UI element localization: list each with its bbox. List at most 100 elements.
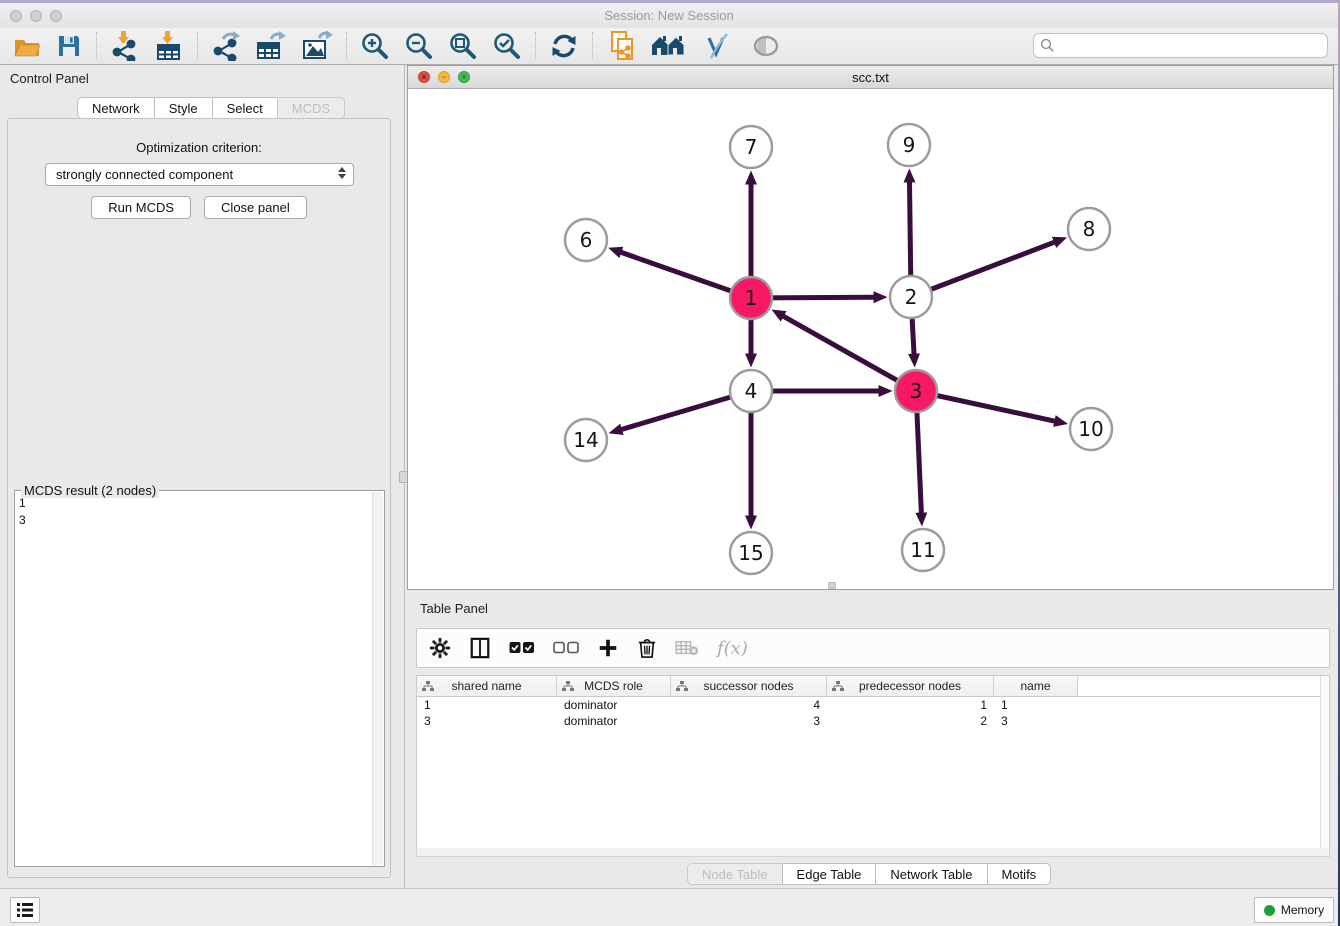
search-icon xyxy=(1040,38,1055,53)
network-window-title: scc.txt xyxy=(408,70,1333,85)
add-row-icon[interactable] xyxy=(597,632,619,664)
table-scrollbar[interactable] xyxy=(1320,676,1329,848)
export-image-icon[interactable] xyxy=(298,30,336,62)
window-titlebar[interactable]: Session: New Session xyxy=(0,3,1338,28)
zoom-in-icon[interactable] xyxy=(357,30,393,62)
criterion-value: strongly connected component xyxy=(56,167,233,182)
tab-network-table[interactable]: Network Table xyxy=(875,863,987,885)
tab-select[interactable]: Select xyxy=(212,97,278,119)
svg-text:8: 8 xyxy=(1083,217,1096,241)
task-history-button[interactable] xyxy=(10,897,40,923)
column-successor-nodes[interactable]: successor nodes xyxy=(671,676,827,696)
toolbar-separator xyxy=(96,32,97,60)
graph-node-6[interactable]: 6 xyxy=(565,219,607,261)
column-label: successor nodes xyxy=(703,679,793,693)
column-mcds-role[interactable]: MCDS role xyxy=(557,676,671,696)
first-neighbors-icon[interactable] xyxy=(649,30,689,62)
graph-node-8[interactable]: 8 xyxy=(1068,208,1110,250)
control-panel-title: Control Panel xyxy=(10,71,89,86)
cell-mcds-role[interactable]: dominator xyxy=(557,714,671,728)
cell-successor-nodes[interactable]: 4 xyxy=(671,698,827,712)
graph-node-10[interactable]: 10 xyxy=(1070,408,1112,450)
mcds-result-group: MCDS result (2 nodes) 1 3 xyxy=(14,490,385,867)
column-shared-name[interactable]: shared name xyxy=(417,676,557,696)
select-all-icon[interactable] xyxy=(509,632,535,664)
memory-label: Memory xyxy=(1281,903,1324,917)
graph-node-2[interactable]: 2 xyxy=(890,276,932,318)
graph-node-15[interactable]: 15 xyxy=(730,532,772,574)
table-row[interactable]: 1 dominator 4 1 1 xyxy=(417,697,1329,713)
zoom-selected-icon[interactable] xyxy=(489,30,525,62)
search-field[interactable] xyxy=(1033,33,1328,58)
table-row[interactable]: 3 dominator 3 2 3 xyxy=(417,713,1329,729)
toolbar-separator xyxy=(535,32,536,60)
export-network-icon[interactable] xyxy=(208,30,244,62)
svg-text:4: 4 xyxy=(745,379,758,403)
canvas-scroll-handle[interactable] xyxy=(828,582,836,589)
main-toolbar xyxy=(0,28,1338,65)
memory-button[interactable]: Memory xyxy=(1254,897,1334,923)
delete-row-icon[interactable] xyxy=(637,632,657,664)
show-columns-icon[interactable] xyxy=(469,632,491,664)
tab-node-table[interactable]: Node Table xyxy=(687,863,783,885)
column-name[interactable]: name xyxy=(994,676,1078,696)
graph-node-14[interactable]: 14 xyxy=(565,419,607,461)
graph-node-3[interactable]: 3 xyxy=(895,370,937,412)
import-network-icon[interactable] xyxy=(107,30,143,62)
graph-edge-3-1[interactable] xyxy=(783,316,916,391)
graph-node-11[interactable]: 11 xyxy=(902,529,944,571)
column-label: predecessor nodes xyxy=(859,679,961,693)
column-predecessor-nodes[interactable]: predecessor nodes xyxy=(827,676,994,696)
clear-selection-icon[interactable] xyxy=(553,632,579,664)
graph-node-7[interactable]: 7 xyxy=(730,126,772,168)
run-mcds-button[interactable]: Run MCDS xyxy=(91,196,191,219)
cell-mcds-role[interactable]: dominator xyxy=(557,698,671,712)
save-session-icon[interactable] xyxy=(52,30,86,62)
cell-name[interactable]: 1 xyxy=(994,698,1078,712)
open-session-icon[interactable] xyxy=(10,30,44,62)
zoom-out-icon[interactable] xyxy=(401,30,437,62)
network-graph[interactable]: 7 9 6 8 1 2 4 3 14 10 15 11 xyxy=(408,89,1333,589)
mcds-result-text[interactable]: 1 3 xyxy=(19,495,370,862)
svg-text:15: 15 xyxy=(738,541,763,565)
control-panel-header: Control Panel ✖ xyxy=(0,65,394,91)
graph-node-4[interactable]: 4 xyxy=(730,370,772,412)
column-settings-icon[interactable] xyxy=(429,632,451,664)
cell-shared-name[interactable]: 3 xyxy=(417,714,557,728)
node-table[interactable]: shared name MCDS role successor nodes xyxy=(416,675,1330,849)
network-canvas[interactable]: 7 9 6 8 1 2 4 3 14 10 15 11 xyxy=(408,89,1333,589)
import-table-icon[interactable] xyxy=(151,30,187,62)
svg-text:10: 10 xyxy=(1078,417,1103,441)
copy-visual-style-icon[interactable] xyxy=(603,30,641,62)
zoom-fit-icon[interactable] xyxy=(445,30,481,62)
table-panel-title: Table Panel xyxy=(420,601,488,616)
criterion-dropdown[interactable]: strongly connected component xyxy=(45,163,354,186)
tab-edge-table[interactable]: Edge Table xyxy=(782,863,877,885)
tab-motifs[interactable]: Motifs xyxy=(987,863,1052,885)
hide-graphics-details-icon[interactable] xyxy=(699,30,737,62)
svg-text:11: 11 xyxy=(910,538,935,562)
graph-node-9[interactable]: 9 xyxy=(888,124,930,166)
cell-predecessor-nodes[interactable]: 1 xyxy=(827,698,994,712)
cell-shared-name[interactable]: 1 xyxy=(417,698,557,712)
network-window-titlebar[interactable]: ✕ − + scc.txt xyxy=(408,66,1333,89)
close-panel-button[interactable]: Close panel xyxy=(204,196,307,219)
control-panel-tabs: Network Style Select MCDS xyxy=(77,97,345,119)
tab-style[interactable]: Style xyxy=(154,97,213,119)
graph-node-1[interactable]: 1 xyxy=(730,277,772,319)
result-scrollbar[interactable] xyxy=(372,492,383,865)
search-input[interactable] xyxy=(1055,36,1327,56)
table-hscroll-track[interactable] xyxy=(416,848,1330,857)
cell-successor-nodes[interactable]: 3 xyxy=(671,714,827,728)
column-tree-icon xyxy=(422,681,434,693)
tab-mcds[interactable]: MCDS xyxy=(277,97,345,119)
export-table-icon[interactable] xyxy=(252,30,290,62)
tab-network[interactable]: Network xyxy=(77,97,155,119)
refresh-view-icon[interactable] xyxy=(546,30,582,62)
table-toolbar: f(x) xyxy=(416,628,1330,668)
cell-name[interactable]: 3 xyxy=(994,714,1078,728)
svg-text:7: 7 xyxy=(745,135,758,159)
graph-edge-2-8[interactable] xyxy=(911,242,1054,297)
cell-predecessor-nodes[interactable]: 2 xyxy=(827,714,994,728)
show-graphics-details-icon[interactable] xyxy=(747,30,785,62)
